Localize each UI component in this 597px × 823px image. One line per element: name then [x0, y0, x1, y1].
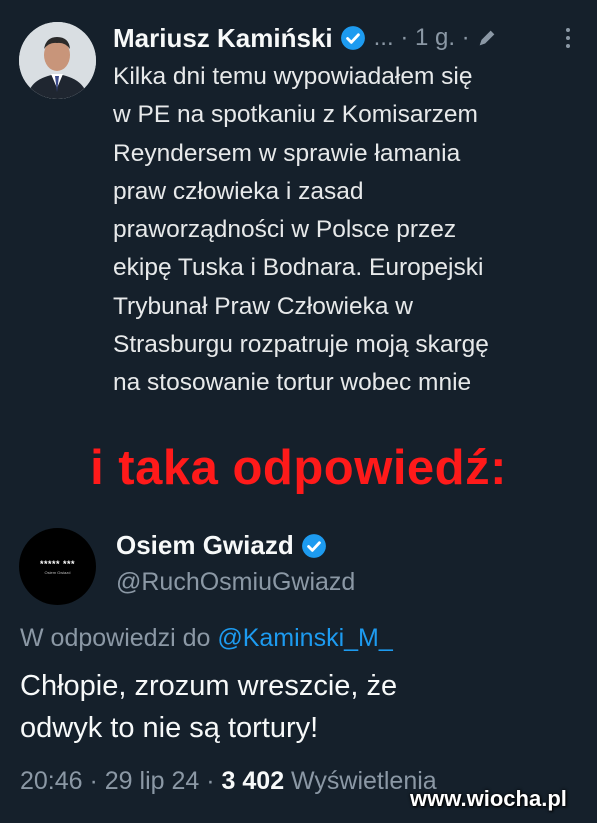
author-avatar[interactable]: [19, 22, 96, 99]
more-options-icon[interactable]: [563, 26, 573, 50]
tweet-header: Mariusz Kamiński ... · 1 g. ·: [113, 20, 583, 56]
caption-headline: i taka odpowiedź:: [90, 441, 507, 495]
verified-badge-icon: [340, 26, 365, 50]
reply-author-name-row: Osiem Gwiazd: [116, 530, 327, 561]
tweet-text: Kilka dni temu wypowiadałem się w PE na …: [113, 63, 489, 397]
verified-badge-icon: [301, 533, 326, 558]
reply-meta: 20:46 · 29 lip 24 · 3 402 Wyświetlenia: [20, 767, 437, 796]
reply-author-avatar[interactable]: ***** *** Osiem Gwiazd: [19, 528, 96, 605]
grok-pen-icon[interactable]: [476, 27, 498, 49]
reply-text: Chłopie, zrozum wreszcie, że odwyk to ni…: [20, 670, 398, 744]
reply-author-handle[interactable]: @RuchOsmiuGwiazd: [116, 568, 355, 597]
site-watermark: www.wiocha.pl: [410, 786, 567, 811]
avatar-logo-subtext: Osiem Gwiazd: [44, 569, 71, 575]
author-name[interactable]: Mariusz Kamiński: [113, 23, 333, 54]
reply-to-mention-link[interactable]: @Kaminski_M_: [217, 624, 392, 652]
views-count: 3 402: [221, 767, 285, 795]
reply-to-label: W odpowiedzi do: [20, 624, 211, 652]
tweet-meta: ... · 1 g. ·: [373, 24, 470, 51]
reply-to-line: W odpowiedzi do @Kaminski_M_: [20, 624, 393, 653]
avatar-logo-text: ***** ***: [39, 558, 76, 569]
reply-timestamp[interactable]: 20:46 · 29 lip 24 ·: [20, 767, 215, 795]
reply-author-name[interactable]: Osiem Gwiazd: [116, 530, 294, 561]
avatar-photo-icon: [19, 22, 96, 99]
